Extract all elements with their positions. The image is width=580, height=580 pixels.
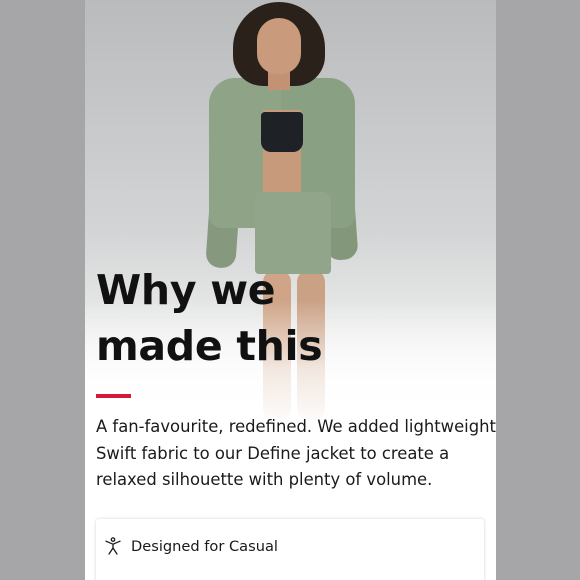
left-letterbox bbox=[0, 0, 85, 580]
feature-label: Designed for Casual bbox=[131, 537, 278, 555]
headline-line-1: Why we bbox=[96, 266, 276, 314]
sports-bra bbox=[261, 112, 303, 152]
feature-card[interactable]: Designed for Casual bbox=[96, 519, 484, 580]
description-line-1: A fan-favourite, redefined. We added lig… bbox=[96, 417, 496, 436]
person-stretch-icon bbox=[104, 537, 122, 555]
accent-divider bbox=[96, 394, 131, 398]
face bbox=[257, 18, 301, 74]
feature-row[interactable]: Designed for Casual bbox=[104, 537, 278, 555]
description-line-3: relaxed silhouette with plenty of volume… bbox=[96, 470, 433, 489]
right-letterbox bbox=[496, 0, 580, 580]
description-line-2: Swift fabric to our Define jacket to cre… bbox=[96, 443, 450, 463]
product-description: A fan-favourite, redefined. We added lig… bbox=[96, 414, 496, 494]
section-headline: Why we made this bbox=[96, 262, 323, 374]
product-story-page: Why we made this A fan-favourite, redefi… bbox=[0, 0, 580, 580]
headline-line-2: made this bbox=[96, 322, 323, 370]
